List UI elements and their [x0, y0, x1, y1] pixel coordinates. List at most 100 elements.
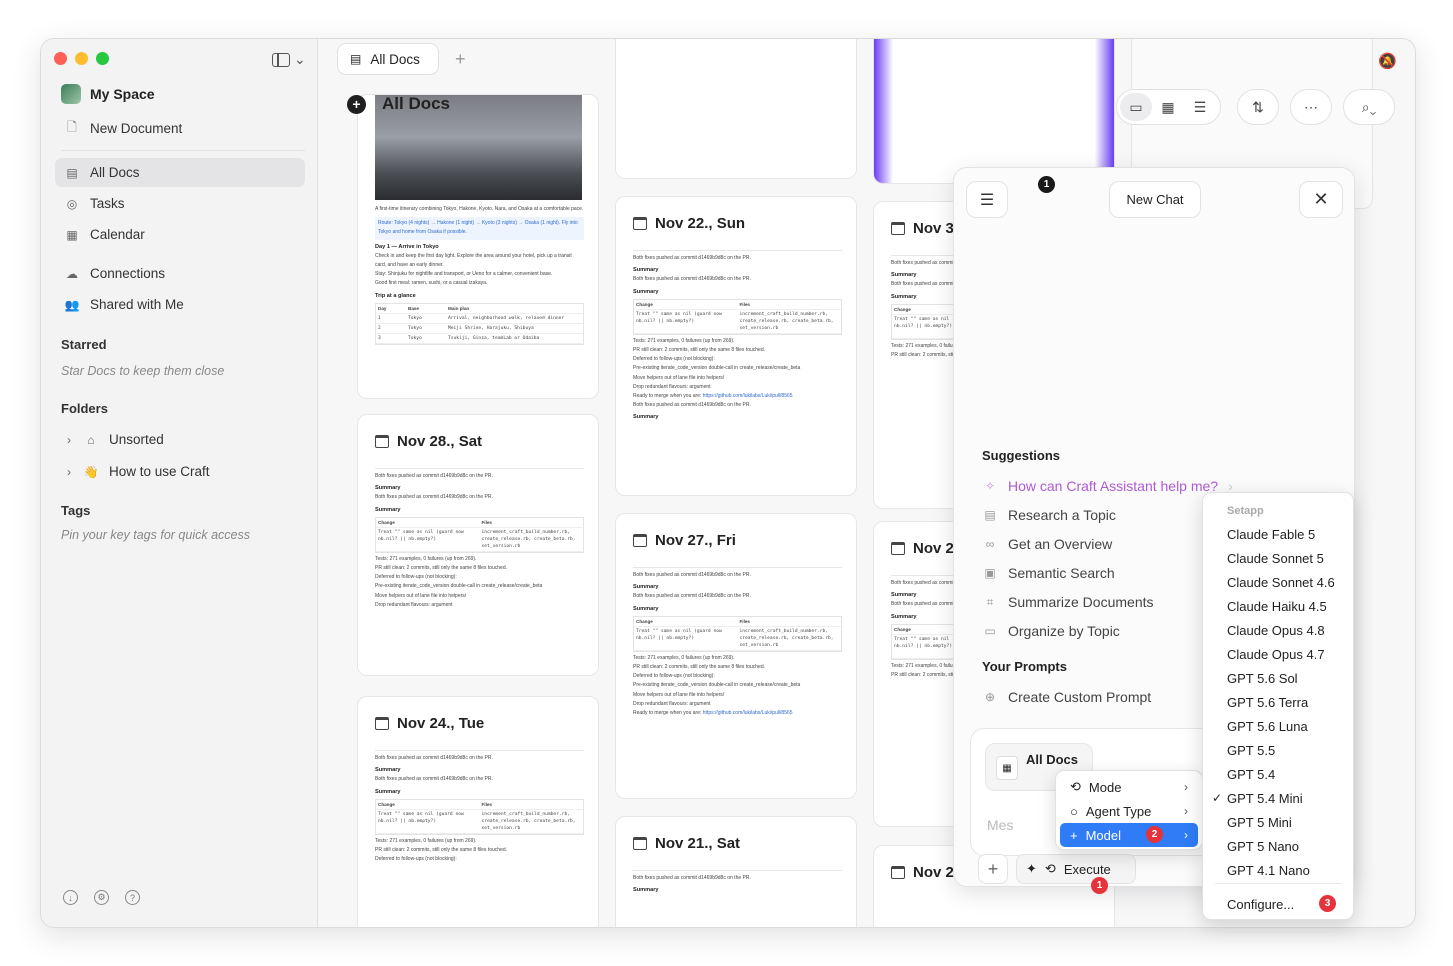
folder-how-to-use-craft[interactable]: › 👋 How to use Craft	[55, 457, 305, 486]
search-button[interactable]: ⌕⌄	[1343, 89, 1395, 125]
model-option[interactable]: GPT 5.6 Luna	[1227, 719, 1308, 734]
checkmark-icon: ✓	[1212, 791, 1223, 805]
sidebar-item-calendar[interactable]: ▦ Calendar	[55, 220, 305, 249]
sort-button[interactable]: ⇅	[1237, 89, 1279, 125]
tab-all-docs[interactable]: ▤ All Docs	[337, 43, 439, 75]
new-document-button[interactable]: 🗋 New Document	[55, 114, 305, 143]
minimize-window-button[interactable]	[75, 52, 88, 65]
close-window-button[interactable]	[54, 52, 67, 65]
model-option[interactable]: Claude Opus 4.7	[1227, 647, 1325, 662]
card-title: Nov 22., Sun	[633, 215, 745, 232]
check-circle-icon: ◎	[66, 196, 78, 211]
doc-card-nov22[interactable]: Nov 22., Sun Both fixes pushed as commit…	[615, 196, 857, 496]
bullet: Pre-existing iterate_code_version double…	[375, 583, 543, 590]
table-cell: increment_craft_build_number.rb, create_…	[737, 627, 841, 651]
body-text: Ready to merge when you are:	[633, 710, 702, 717]
suggestion-overview[interactable]: ∞ Get an Overview	[982, 536, 1113, 552]
model-option[interactable]: GPT 5.5	[1227, 743, 1275, 758]
pr-link[interactable]: https://github.com/lukilabs/Luki/pull/85…	[703, 393, 793, 399]
suggestion-label: Get an Overview	[1008, 536, 1113, 552]
body-text: PR still clean: 2 commits, still only th…	[633, 347, 765, 354]
model-option[interactable]: GPT 5 Nano	[1227, 839, 1299, 854]
suggestion-research[interactable]: ▤ Research a Topic	[982, 507, 1116, 523]
doc-card-top-2[interactable]	[873, 39, 1115, 184]
create-custom-prompt[interactable]: ⊕ Create Custom Prompt	[982, 689, 1151, 705]
suggestion-semantic-search[interactable]: ▣ Semantic Search	[982, 565, 1114, 581]
body-text: Ready to merge when you are:	[633, 393, 702, 400]
chevron-right-icon[interactable]: ›	[65, 433, 73, 447]
pr-link[interactable]: https://github.com/lukilabs/Luki/pull/85…	[703, 710, 793, 716]
model-option[interactable]: Claude Sonnet 4.6	[1227, 575, 1335, 590]
suggestion-organize[interactable]: ▭ Organize by Topic	[982, 623, 1119, 639]
close-panel-button[interactable]: ✕	[1299, 181, 1343, 218]
chevron-right-icon[interactable]: ›	[65, 465, 73, 479]
doc-card-nov24[interactable]: Nov 24., Tue Both fixes pushed as commit…	[357, 696, 599, 927]
new-chat-button[interactable]: New Chat	[1109, 181, 1201, 218]
model-option[interactable]: GPT 4.1 Nano	[1227, 863, 1310, 878]
grid-view-icon[interactable]: ▦	[1152, 93, 1184, 121]
circle-icon: ○	[1070, 803, 1078, 819]
card-title: Nov 21., Sat	[633, 835, 740, 852]
menu-item-model[interactable]: + Model ›	[1060, 823, 1198, 847]
menu-item-agent-type[interactable]: ○ Agent Type ›	[1060, 799, 1198, 823]
divider	[1215, 883, 1341, 884]
new-doc-button[interactable]: +	[347, 94, 366, 114]
body-text: Both fixes pushed as commit d1469b9d8c o…	[375, 755, 493, 761]
doc-card-itinerary[interactable]: A first-time itinerary combining Tokyo, …	[357, 94, 599, 399]
model-option[interactable]: GPT 5.4	[1227, 767, 1275, 782]
model-option[interactable]: Claude Opus 4.8	[1227, 623, 1325, 638]
sidebar-item-connections[interactable]: ☁ Connections	[55, 259, 305, 288]
settings-icon[interactable]: ⚙	[94, 890, 109, 905]
more-button[interactable]: ⋯	[1290, 89, 1332, 125]
table-cell: Arrival, neighborhood walk, relaxed dinn…	[446, 314, 583, 324]
sidebar-item-label: All Docs	[90, 165, 140, 180]
space-switcher[interactable]: My Space	[61, 84, 155, 104]
zoom-window-button[interactable]	[96, 52, 109, 65]
sidebar-item-shared[interactable]: 👥 Shared with Me	[55, 290, 305, 319]
body-text: Both fixes pushed as commit d1469b9d8c o…	[633, 572, 751, 578]
suggestion-help[interactable]: ✧ How can Craft Assistant help me? ›	[982, 478, 1233, 494]
summary-heading: Summary	[633, 414, 659, 421]
list-view-icon[interactable]: ☰	[1184, 93, 1216, 121]
doc-card-nov27[interactable]: Nov 27., Fri Both fixes pushed as commit…	[615, 513, 857, 799]
doc-icon: ▤	[66, 165, 78, 180]
menu-item-label: Mode	[1088, 779, 1122, 795]
model-option[interactable]: Claude Sonnet 5	[1227, 551, 1324, 566]
card-view-icon[interactable]: ▭	[1120, 93, 1152, 121]
import-icon[interactable]: ↓	[63, 890, 78, 905]
card-title-text: Nov 28., Sat	[397, 433, 483, 450]
model-option[interactable]: Claude Haiku 4.5	[1227, 599, 1327, 614]
composer-options-menu: ⟲ Mode › ○ Agent Type › + Model ›	[1055, 770, 1203, 850]
change-table: Change Files Treat "" same as nil (guard…	[375, 516, 584, 553]
chat-history-button[interactable]: ☰	[966, 181, 1008, 218]
model-option[interactable]: GPT 5.6 Terra	[1227, 695, 1308, 710]
doc-card-top[interactable]	[615, 39, 857, 179]
search-icon: ⌕⌄	[1361, 98, 1377, 115]
sidebar-item-all-docs[interactable]: ▤ All Docs	[55, 158, 305, 187]
body-text: Deferred to follow-ups (not blocking):	[375, 574, 457, 581]
suggestions-heading: Suggestions	[982, 448, 1061, 463]
menu-item-mode[interactable]: ⟲ Mode ›	[1060, 775, 1198, 799]
help-icon[interactable]: ?	[125, 890, 140, 905]
card-body: Both fixes pushed as commit d1469b9d8c o…	[375, 465, 584, 610]
model-option[interactable]: Claude Fable 5	[1227, 527, 1315, 542]
message-input[interactable]: Mes	[987, 817, 1013, 833]
sidebar-toggle-button[interactable]: ⌄	[272, 51, 306, 68]
model-option[interactable]: GPT 5.4 Mini	[1227, 791, 1303, 806]
suggestion-summarize[interactable]: ⌗ Summarize Documents	[982, 594, 1154, 610]
table-cell: 3	[376, 334, 406, 344]
model-option[interactable]: GPT 5.6 Sol	[1227, 671, 1298, 686]
body-text: Both fixes pushed as commit d1469b9d8c o…	[633, 276, 751, 283]
notifications-off-icon[interactable]: 🔕	[1378, 52, 1397, 70]
fade-overlay	[358, 895, 598, 927]
attach-button[interactable]: +	[978, 854, 1008, 884]
new-tab-button[interactable]: +	[455, 49, 466, 70]
sidebar-item-tasks[interactable]: ◎ Tasks	[55, 189, 305, 218]
configure-models-item[interactable]: Configure...	[1227, 897, 1294, 912]
model-option[interactable]: GPT 5 Mini	[1227, 815, 1292, 830]
route-callout: Route: Tokyo (4 nights) → Hakone (1 nigh…	[375, 217, 584, 240]
folder-unsorted[interactable]: › ⌂ Unsorted	[55, 425, 305, 454]
execute-button[interactable]: ✦ ⟲ Execute	[1016, 854, 1136, 884]
doc-card-nov21[interactable]: Nov 21., Sat Both fixes pushed as commit…	[615, 816, 857, 927]
doc-card-nov28[interactable]: Nov 28., Sat Both fixes pushed as commit…	[357, 414, 599, 676]
